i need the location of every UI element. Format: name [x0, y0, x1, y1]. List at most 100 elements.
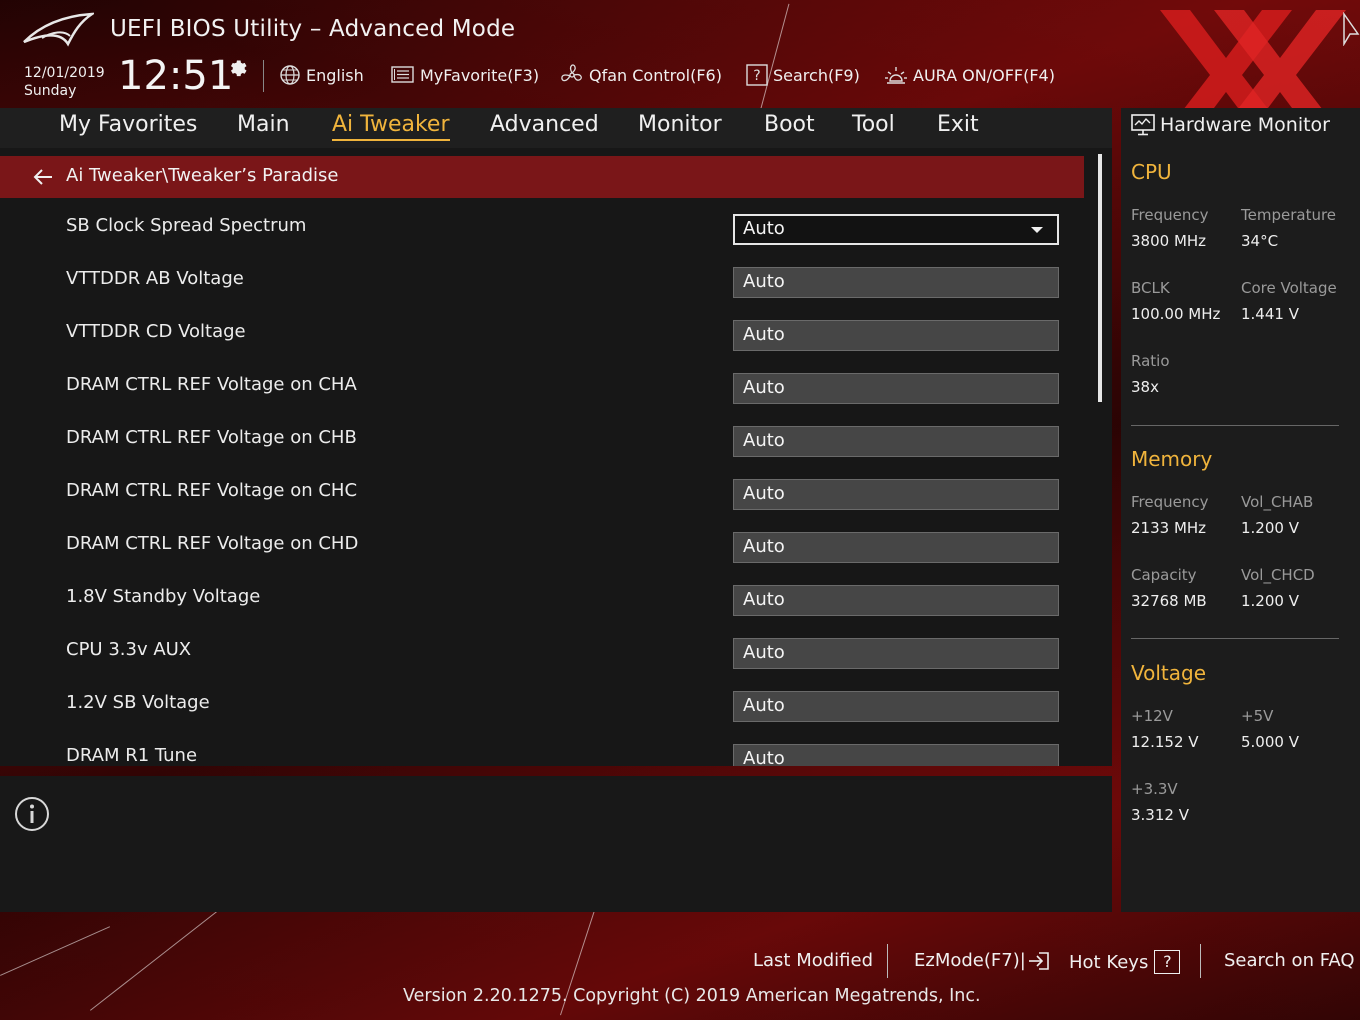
cpu-heading: CPU [1131, 160, 1172, 184]
search-faq-button[interactable]: Search on FAQ [1224, 950, 1355, 971]
setting-row[interactable]: CPU 3.3v AUX Auto [0, 625, 1090, 678]
breadcrumb-path: Ai Tweaker\Tweaker’s Paradise [66, 165, 339, 186]
breadcrumb[interactable]: Ai Tweaker\Tweaker’s Paradise [0, 156, 1084, 198]
tab-exit[interactable]: Exit [937, 112, 979, 137]
capacity-value: 32768 MB [1131, 592, 1207, 610]
capacity-label: Capacity [1131, 566, 1197, 584]
search-button[interactable]: ? Search(F9) [746, 62, 860, 88]
hardware-monitor-title: Hardware Monitor [1160, 114, 1330, 136]
setting-value: Auto [743, 218, 785, 239]
setting-row[interactable]: DRAM CTRL REF Voltage on CHD Auto [0, 519, 1090, 572]
setting-value-field[interactable]: Auto [733, 479, 1059, 510]
footer-bar: Last Modified EzMode(F7)| Hot Keys ? Sea… [0, 912, 1360, 1020]
language-button[interactable]: English [279, 62, 364, 88]
setting-value-field[interactable]: Auto [733, 373, 1059, 404]
setting-label: DRAM CTRL REF Voltage on CHC [66, 480, 358, 501]
qfan-label: Qfan Control(F6) [589, 65, 722, 85]
vol-chcd-label: Vol_CHCD [1241, 566, 1315, 584]
myfavorite-label: MyFavorite(F3) [420, 65, 540, 85]
setting-value-field[interactable]: Auto [733, 585, 1059, 616]
scrollbar-thumb[interactable] [1098, 154, 1102, 402]
v12-label: +12V [1131, 707, 1173, 725]
hot-keys-label: Hot Keys [1069, 951, 1149, 973]
tab-monitor[interactable]: Monitor [638, 112, 722, 137]
core-voltage-label: Core Voltage [1241, 279, 1337, 297]
version-text: Version 2.20.1275. Copyright (C) 2019 Am… [403, 986, 981, 1006]
setting-row[interactable]: 1.8V Standby Voltage Auto [0, 572, 1090, 625]
ezmode-button[interactable]: EzMode(F7)| [914, 950, 1050, 971]
globe-icon [280, 65, 300, 85]
clock: 12:51 [118, 53, 234, 99]
ratio-label: Ratio [1131, 352, 1170, 370]
date-text: 12/01/2019 [24, 65, 105, 81]
setting-label: DRAM CTRL REF Voltage on CHB [66, 427, 357, 448]
v5-label: +5V [1241, 707, 1274, 725]
myfavorite-button[interactable]: MyFavorite(F3) [391, 62, 539, 88]
setting-dropdown[interactable]: Auto [733, 214, 1059, 245]
setting-row[interactable]: VTTDDR AB Voltage Auto [0, 254, 1090, 307]
question-key-icon: ? [1154, 950, 1181, 974]
setting-label: 1.2V SB Voltage [66, 692, 210, 713]
setting-value-field[interactable]: Auto [733, 532, 1059, 563]
vol-chab-value: 1.200 V [1241, 519, 1299, 537]
section-divider [1131, 638, 1339, 639]
monitor-icon [1131, 114, 1155, 136]
setting-value-field[interactable]: Auto [733, 320, 1059, 351]
vol-chcd-value: 1.200 V [1241, 592, 1299, 610]
tab-tool[interactable]: Tool [852, 112, 895, 137]
setting-value-field[interactable]: Auto [733, 638, 1059, 669]
app-title: UEFI BIOS Utility – Advanced Mode [110, 16, 516, 42]
ratio-value: 38x [1131, 378, 1159, 396]
setting-value-field[interactable]: Auto [733, 691, 1059, 722]
setting-label: SB Clock Spread Spectrum [66, 215, 307, 236]
back-arrow-icon[interactable] [33, 169, 53, 185]
setting-value-field[interactable]: Auto [733, 426, 1059, 457]
setting-row[interactable]: DRAM CTRL REF Voltage on CHC Auto [0, 466, 1090, 519]
qfan-control-button[interactable]: Qfan Control(F6) [560, 62, 722, 88]
setting-row[interactable]: DRAM CTRL REF Voltage on CHA Auto [0, 360, 1090, 413]
search-question-icon: ? [746, 64, 768, 86]
help-info-panel [0, 776, 1112, 912]
setting-row[interactable]: VTTDDR CD Voltage Auto [0, 307, 1090, 360]
setting-row[interactable]: DRAM R1 Tune Auto [0, 731, 1090, 766]
vol-chab-label: Vol_CHAB [1241, 493, 1314, 511]
tab-my-favorites[interactable]: My Favorites [59, 112, 197, 137]
last-modified-button[interactable]: Last Modified [753, 950, 873, 971]
mouse-cursor-icon [1343, 12, 1360, 46]
setting-label: CPU 3.3v AUX [66, 639, 192, 660]
v12-value: 12.152 V [1131, 733, 1199, 751]
aura-toggle-button[interactable]: AURA ON/OFF(F4) [884, 62, 1055, 88]
exit-arrow-icon [1028, 951, 1049, 970]
core-voltage-value: 1.441 V [1241, 305, 1299, 323]
hardware-monitor-panel: Hardware Monitor CPU Frequency Temperatu… [1121, 108, 1360, 912]
setting-row[interactable]: DRAM CTRL REF Voltage on CHB Auto [0, 413, 1090, 466]
setting-row[interactable]: SB Clock Spread Spectrum Auto [0, 201, 1090, 254]
cpu-temperature-label: Temperature [1241, 206, 1337, 224]
gear-icon[interactable] [226, 56, 248, 78]
v33-label: +3.3V [1131, 780, 1178, 798]
favorite-icon [391, 66, 414, 83]
setting-value-field[interactable]: Auto [733, 267, 1059, 298]
voltage-heading: Voltage [1131, 661, 1207, 685]
bclk-value: 100.00 MHz [1131, 305, 1221, 323]
tab-main[interactable]: Main [237, 112, 290, 137]
aura-label: AURA ON/OFF(F4) [913, 65, 1055, 85]
tab-ai-tweaker[interactable]: Ai Tweaker [332, 112, 450, 141]
v33-value: 3.312 V [1131, 806, 1189, 824]
aura-light-icon [885, 67, 907, 84]
main-menu-bar: My Favorites Main Ai Tweaker Advanced Mo… [0, 108, 1112, 148]
ezmode-label: EzMode(F7)| [914, 950, 1026, 971]
setting-row[interactable]: 1.2V SB Voltage Auto [0, 678, 1090, 731]
header-separator [263, 60, 264, 92]
bclk-label: BCLK [1131, 279, 1170, 297]
header: UEFI BIOS Utility – Advanced Mode 12/01/… [0, 0, 1360, 140]
setting-value-field[interactable]: Auto [733, 744, 1059, 766]
search-faq-label: Search on FAQ [1224, 950, 1355, 971]
hot-keys-button[interactable]: Hot Keys ? [1069, 950, 1181, 974]
section-divider [1131, 425, 1339, 426]
v5-value: 5.000 V [1241, 733, 1299, 751]
memory-heading: Memory [1131, 447, 1213, 471]
setting-label: VTTDDR CD Voltage [66, 321, 246, 342]
tab-advanced[interactable]: Advanced [490, 112, 599, 137]
tab-boot[interactable]: Boot [764, 112, 815, 137]
